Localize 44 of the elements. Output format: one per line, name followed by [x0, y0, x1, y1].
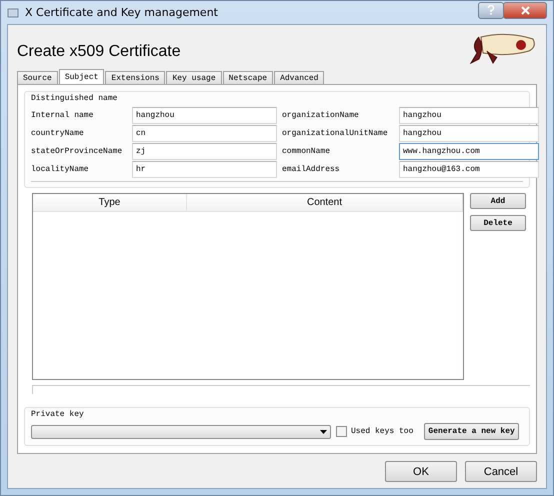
input-field[interactable]: www.hangzhou.com [399, 143, 539, 160]
dialog-button[interactable]: OK [385, 461, 457, 482]
table-button[interactable]: Delete [470, 215, 526, 231]
window-title: X Certificate and Key management [25, 6, 218, 19]
input-field[interactable]: zj [132, 143, 277, 160]
close-button[interactable] [503, 2, 547, 18]
field-label: localityName [31, 165, 90, 174]
scroll-logo-icon [467, 31, 537, 65]
tab[interactable]: Netscape [222, 71, 274, 84]
key-dropdown[interactable] [31, 424, 331, 438]
checkbox[interactable] [336, 426, 347, 437]
column-header[interactable]: Content [187, 194, 463, 211]
app-icon [7, 6, 19, 18]
group-title: Distinguished name [31, 94, 118, 103]
generate-key-button[interactable]: Generate a new key [424, 423, 519, 440]
help-button[interactable] [478, 2, 504, 18]
input-field[interactable]: cn [132, 125, 277, 142]
text-field[interactable] [32, 385, 530, 394]
help-icon [487, 5, 495, 15]
input-field[interactable]: hangzhou [132, 107, 277, 124]
input-field[interactable]: hr [132, 161, 277, 178]
group-title: Private key [31, 410, 85, 419]
input-field[interactable]: hangzhou@163.com [399, 161, 539, 178]
dialog-button[interactable]: Cancel [465, 461, 537, 482]
tab[interactable]: Source [17, 71, 58, 84]
column-header[interactable]: Type [33, 194, 187, 211]
field-label: emailAddress [282, 165, 341, 174]
tab[interactable]: Extensions [105, 71, 166, 84]
field-label: organizationalUnitName [282, 129, 389, 138]
tab[interactable]: Advanced [274, 71, 324, 84]
field-label: stateOrProvinceName [31, 147, 124, 156]
field-label: commonName [282, 147, 332, 156]
input-field[interactable]: hangzhou [399, 107, 539, 124]
field-label: organizationName [282, 111, 360, 120]
table-button[interactable]: Add [470, 193, 526, 209]
close-icon [520, 6, 530, 14]
tab[interactable]: Subject [58, 69, 104, 84]
dropdown-arrow-icon [320, 430, 327, 434]
field-label: Internal name [31, 111, 94, 120]
field-label: countryName [31, 129, 85, 138]
input-field[interactable]: hangzhou [399, 125, 539, 142]
tab[interactable]: Key usage [166, 71, 222, 84]
dialog-heading: Create x509 Certificate [17, 42, 181, 61]
checkbox-label: Used keys too [351, 427, 414, 436]
